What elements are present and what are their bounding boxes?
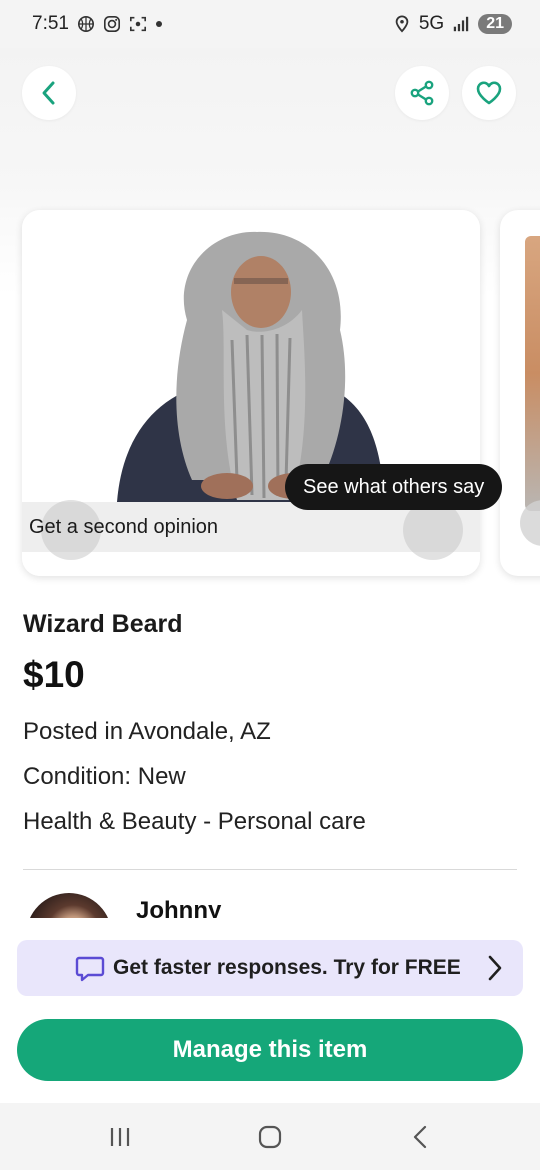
item-category: Health & Beauty - Personal care	[23, 808, 366, 835]
battery-badge: 21	[478, 14, 512, 34]
second-opinion-label: Get a second opinion	[29, 516, 219, 538]
status-bar: 7:51 5G 21	[0, 0, 540, 48]
screenshot-icon	[129, 16, 146, 32]
dot-icon	[155, 21, 162, 27]
system-nav-bar	[0, 1103, 540, 1170]
faster-responses-banner[interactable]: Get faster responses. Try for FREE	[17, 940, 523, 996]
location-icon	[395, 15, 409, 33]
share-button[interactable]	[395, 66, 449, 120]
promo-label: Get faster responses. Try for FREE	[113, 956, 461, 979]
chevron-left-icon	[42, 81, 55, 105]
next-photo-card[interactable]	[500, 210, 540, 576]
instagram-icon	[103, 15, 120, 33]
heart-icon	[476, 81, 502, 105]
home-icon[interactable]	[258, 1125, 282, 1149]
back-button[interactable]	[22, 66, 76, 120]
share-icon	[410, 80, 434, 106]
divider	[23, 869, 517, 870]
recents-icon[interactable]	[108, 1125, 132, 1149]
item-title: Wizard Beard	[23, 610, 183, 638]
listing-hero: Get a second opinion	[0, 48, 540, 598]
nav-back-icon[interactable]	[410, 1124, 430, 1150]
see-what-others-say-button[interactable]: See what others say	[285, 464, 503, 510]
chat-bubble-icon	[75, 956, 105, 982]
basketball-icon	[77, 15, 94, 33]
network-type: 5G	[418, 13, 445, 34]
posted-location: Posted in Avondale, AZ	[23, 718, 271, 745]
listing-photo-card[interactable]: Get a second opinion	[22, 210, 480, 576]
favorite-button[interactable]	[462, 66, 516, 120]
next-photo-preview	[525, 236, 540, 511]
status-time: 7:51	[32, 13, 69, 34]
ghost-circle-next	[520, 500, 540, 546]
signal-icon	[454, 16, 469, 32]
item-price: $10	[23, 654, 85, 695]
item-condition: Condition: New	[23, 763, 186, 790]
manage-item-button[interactable]: Manage this item	[17, 1019, 523, 1081]
chevron-right-icon	[488, 955, 502, 981]
